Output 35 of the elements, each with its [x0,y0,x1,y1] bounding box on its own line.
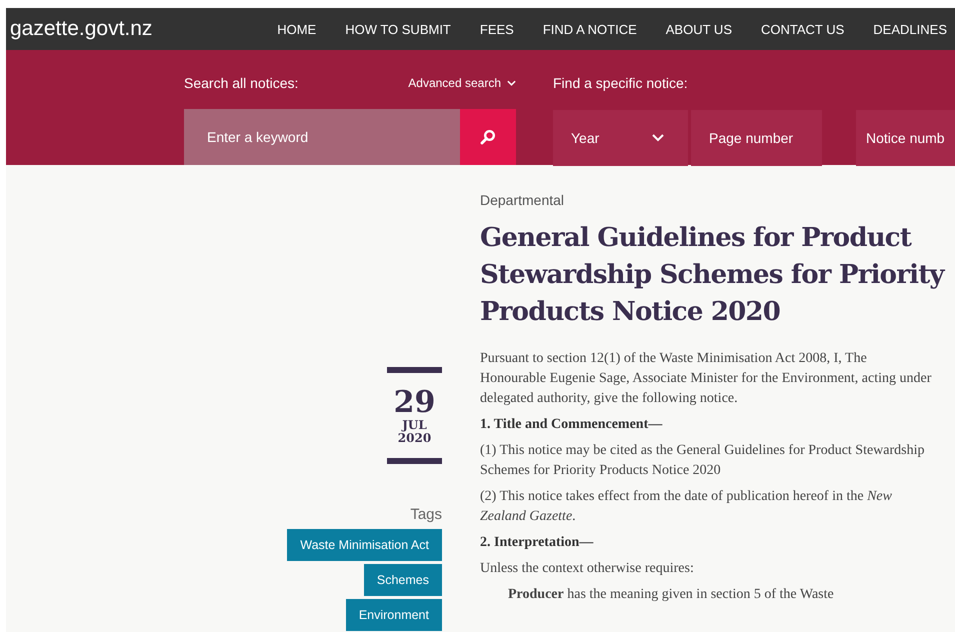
paragraph: Pursuant to section 12(1) of the Waste Minimisation Act 2008, I, The Honourable Eugenie Sage, Associate Minister for the Environment, acting under delegated authority, give the following notice. [480,350,932,408]
date-month: JUL [402,419,427,432]
tags-heading: Tags [410,506,442,523]
tag-link[interactable]: Waste Minimisation Act [287,529,442,561]
page-number-field[interactable]: Page number [691,110,822,166]
section-heading: 1. Title and Commencement— [480,416,664,434]
nav-link[interactable]: FEES [480,22,514,36]
nav-link[interactable]: CONTACT US [760,22,844,36]
search-button[interactable] [460,109,516,165]
date-day: 29 [394,387,436,419]
tag-link[interactable]: Environment [346,599,442,631]
nav-link[interactable]: ABOUT US [666,22,732,36]
nav-link[interactable]: FIND A NOTICE [542,22,637,36]
tag-link[interactable]: Schemes [364,564,442,596]
nav-link[interactable]: HOW TO SUBMIT [345,22,451,36]
nav-link[interactable]: DEADLINES [873,22,947,36]
notice-title: General Guidelines for Product Stewardship Schemes for Priority Products Notice 2020 [480,222,946,329]
site-logo[interactable]: gazette.govt.nz [6,17,152,41]
keyword-search-field[interactable]: Enter a keyword [184,109,460,165]
search-icon [480,129,496,145]
chevron-down-icon [507,80,516,86]
chevron-down-icon [652,134,664,142]
year-dropdown[interactable]: Year [553,110,688,166]
find-notice-label: Find a specific notice: [553,74,688,92]
section-heading: 2. Interpretation— [480,534,594,552]
paragraph: (1) This notice may be cited as the General Guidelines for Product Stewardship Schemes for Priority Products Notice 2020 [480,442,926,480]
paragraph: Unless the context otherwise requires: [480,560,695,578]
nav-link[interactable]: HOME [277,22,316,36]
paragraph: (2) This notice takes effect from the date of publication hereof in the New Zealand Gazette. [480,488,893,526]
notice-number-field[interactable]: Notice numb [856,110,955,166]
notice-category: Departmental [480,192,566,208]
date-year: 2020 [398,432,432,445]
definition-text: Producer has the meaning given in section 5 of the Waste [507,586,835,604]
search-label: Search all notices: [184,75,298,91]
advanced-search-link[interactable]: Advanced search [408,76,516,90]
